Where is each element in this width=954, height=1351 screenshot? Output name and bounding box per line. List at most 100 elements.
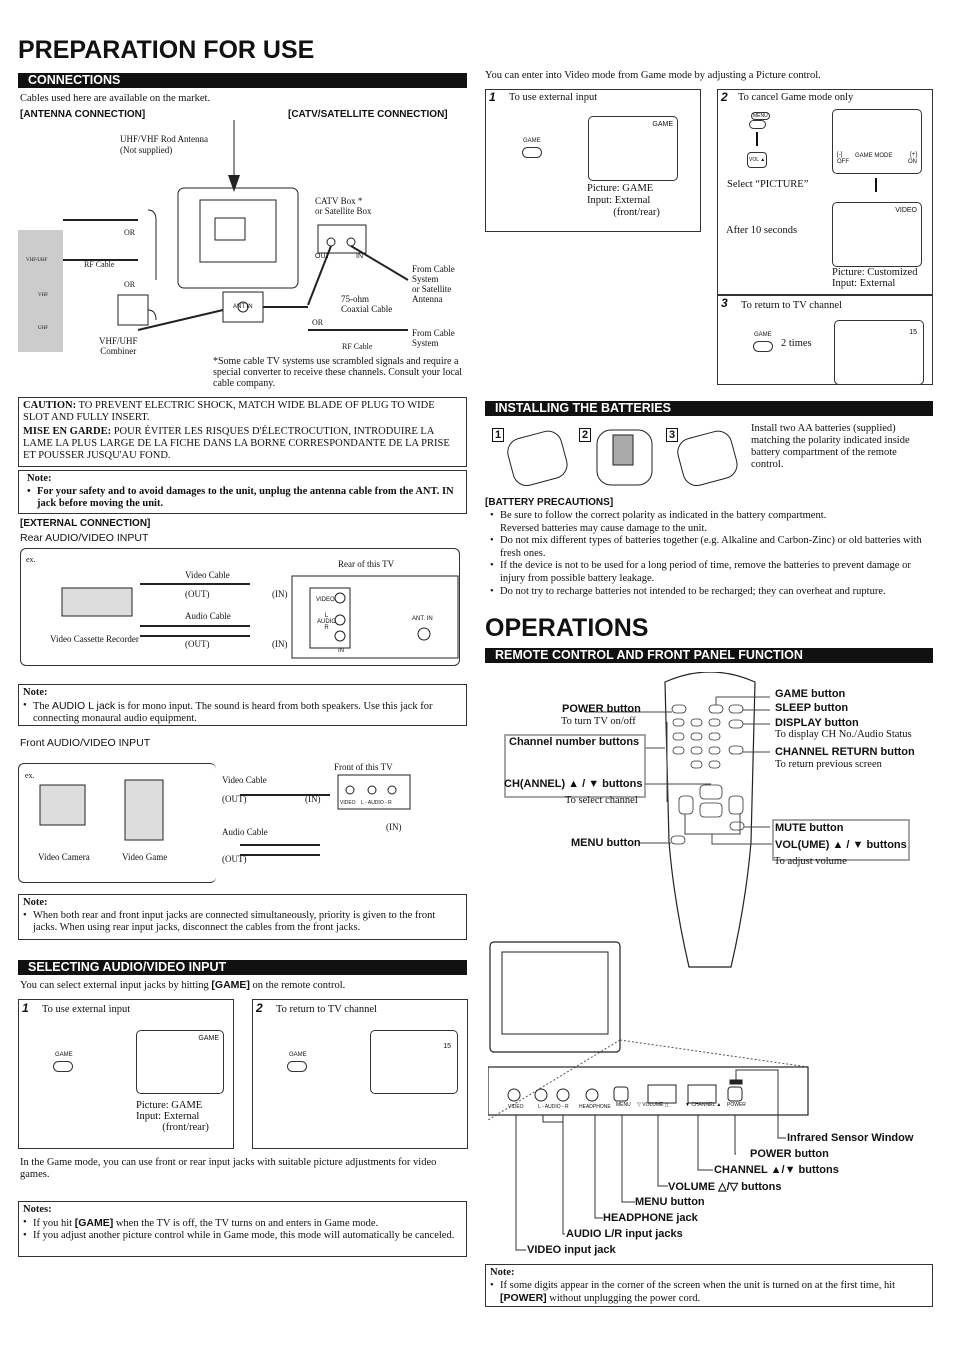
- panel-audio-label: L - AUDIO - R: [538, 1104, 569, 1110]
- footnote: *Some cable TV systems use scrambled sig…: [213, 356, 463, 389]
- wall-plate-label: VHF/UHF: [26, 258, 48, 263]
- sleep-button-label: SLEEP button: [775, 702, 849, 714]
- selecting-header: SELECTING AUDIO/VIDEO INPUT: [18, 960, 467, 975]
- game-button-label: GAME: [55, 1052, 73, 1058]
- audio-jack-label: L AUDIO R: [317, 613, 337, 631]
- tv-screen: GAME: [588, 116, 678, 181]
- camera-label: Video Camera: [38, 852, 90, 862]
- remote-header: REMOTE CONTROL AND FRONT PANEL FUNCTION: [485, 648, 933, 663]
- panel-power-button-label: POWER button: [750, 1148, 829, 1160]
- game-button-label: GAME: [754, 332, 772, 338]
- game-button[interactable]: [522, 147, 542, 158]
- in-label: IN: [356, 253, 363, 260]
- game-button[interactable]: [287, 1061, 307, 1072]
- panel-channel-label: ▼ CHANNEL ▲: [685, 1102, 722, 1108]
- out-label: (OUT): [222, 854, 247, 864]
- after-text: After 10 seconds: [726, 225, 798, 236]
- in-label: (IN): [305, 794, 321, 804]
- out-label: (OUT): [222, 794, 247, 804]
- panel-volume-label: ▽ VOLUME △: [637, 1102, 669, 1108]
- connections-intro: Cables used here are available on the ma…: [20, 93, 211, 104]
- caution-box: CAUTION: TO PREVENT ELECTRIC SHOCK, MATC…: [18, 397, 467, 467]
- rear-input-title: Rear AUDIO/VIDEO INPUT: [20, 532, 149, 544]
- arrow-down-icon: [756, 132, 758, 146]
- display-button-label: DISPLAY button: [775, 717, 859, 729]
- in-label: (IN): [272, 589, 288, 599]
- connections-header: CONNECTIONS: [18, 73, 467, 88]
- channel-buttons-label: CH(ANNEL) ▲ / ▼ buttons: [504, 778, 643, 790]
- audio-cable-label: Audio Cable: [222, 827, 268, 837]
- volume-sub: To adjust volume: [774, 856, 847, 867]
- step-title: To return to TV channel: [276, 1004, 377, 1015]
- antenna-title: [ANTENNA CONNECTION]: [20, 109, 146, 120]
- tv-screen: 15: [834, 320, 924, 385]
- panel-menu-button-label: MENU button: [635, 1196, 705, 1208]
- tv-screen: GAME: [136, 1030, 224, 1094]
- note-box: Note: For your safety and to avoid damag…: [18, 470, 467, 514]
- video-mode-intro: You can enter into Video mode from Game …: [485, 70, 821, 81]
- game-button-label: GAME: [289, 1052, 307, 1058]
- menu-button-label: MENU: [751, 112, 770, 120]
- battery-step-1: 1: [492, 428, 505, 442]
- front-input-title: Front AUDIO/VIDEO INPUT: [20, 737, 151, 749]
- battery-illustrations: [507, 429, 738, 487]
- coax-label: 75-ohm Coaxial Cable: [341, 294, 393, 314]
- in-label: (IN): [272, 639, 288, 649]
- select-step-2: 2 To return to TV channel GAME 15: [252, 999, 468, 1149]
- rf-cable-label: RF Cable: [342, 342, 373, 351]
- game-button-label: GAME button: [775, 688, 846, 700]
- rf-cable-label: RF Cable: [84, 260, 115, 269]
- select-step-1: 1 To use external input GAME GAME Pictur…: [18, 999, 234, 1149]
- step-caption: Picture: Customized Input: External: [832, 267, 918, 289]
- priority-note-box: Note: When both rear and front input jac…: [18, 894, 467, 940]
- selecting-intro: You can select external input jacks by h…: [20, 979, 346, 991]
- operations-note-box: Note: If some digits appear in the corne…: [485, 1264, 933, 1307]
- display-sub: To display CH No./Audio Status: [775, 729, 912, 740]
- wall-plate-label: UHF: [38, 326, 49, 331]
- panel-menu-label: MENU: [616, 1102, 631, 1108]
- tv-screen: VIDEO: [832, 202, 922, 267]
- or-label: OR: [124, 280, 136, 289]
- power-sub: To turn TV on/off: [561, 716, 636, 727]
- infrared-sensor-label: Infrared Sensor Window: [787, 1132, 914, 1144]
- panel-headphone-label: HEADPHONE: [579, 1104, 611, 1110]
- or-label: OR: [124, 228, 136, 237]
- battery-precautions-list: Be sure to follow the correct polarity a…: [490, 510, 935, 598]
- battery-install-text: Install two AA batteries (supplied) matc…: [751, 423, 910, 470]
- ant-in-label: ANT IN: [233, 304, 253, 310]
- rod-antenna-label: UHF/VHF Rod Antenna (Not supplied): [120, 134, 209, 155]
- menu-button-label: MENU button: [571, 837, 641, 849]
- operations-title: OPERATIONS: [485, 614, 649, 642]
- video-jack-label: VIDEO input jack: [527, 1244, 616, 1256]
- video-step-2: 2 To cancel Game mode only MENU VOL ▲ Se…: [717, 89, 933, 295]
- volume-buttons-label: VOL(UME) ▲ / ▼ buttons: [775, 839, 907, 851]
- channel-return-sub: To return previous screen: [775, 759, 882, 770]
- tv-screen: [-] OFF GAME MODE [+] ON: [832, 109, 922, 174]
- video-cable-label: Video Cable: [185, 570, 230, 580]
- game-console-label: Video Game: [122, 852, 168, 862]
- front-tv-label: Front of this TV: [334, 762, 393, 772]
- or-label: OR: [312, 318, 324, 327]
- vcr-label: Video Cassette Recorder: [50, 634, 139, 644]
- from-cable-label: From Cable System or Satellite Antenna: [412, 264, 455, 304]
- catv-title: [CATV/SATELLITE CONNECTION]: [288, 109, 448, 120]
- game-button[interactable]: [753, 341, 773, 352]
- front-jacks-label: VIDEO L - AUDIO - R: [340, 800, 392, 806]
- select-picture-text: Select “PICTURE”: [727, 179, 809, 190]
- menu-button[interactable]: [749, 120, 766, 129]
- out-label: (OUT): [185, 589, 210, 599]
- ant-in-label: ANT. IN: [412, 616, 433, 622]
- game-button[interactable]: [53, 1061, 73, 1072]
- channel-sub: To select channel: [565, 795, 638, 806]
- antenna-connection-diagram: [18, 120, 409, 352]
- audio-jacks-label: AUDIO L/R input jacks: [566, 1228, 683, 1240]
- out-label: (OUT): [185, 639, 210, 649]
- step-title: To cancel Game mode only: [738, 92, 854, 103]
- game-button-label: GAME: [523, 138, 541, 144]
- remote-control-illustration: [504, 672, 910, 968]
- step-title: To use external input: [42, 1004, 131, 1015]
- vol-up-button[interactable]: VOL ▲: [747, 152, 768, 168]
- video-step-3: 3 To return to TV channel GAME 2 times 1…: [717, 295, 933, 385]
- batteries-header: INSTALLING THE BATTERIES: [485, 401, 933, 416]
- wall-plate-label: VHF: [38, 293, 49, 298]
